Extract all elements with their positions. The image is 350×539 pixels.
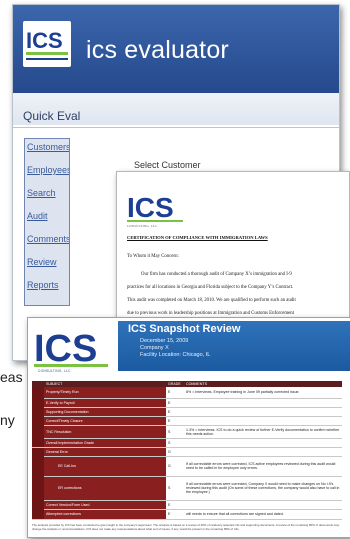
table-row: Property/Timely Run E 8% = Interviews. E… (32, 387, 342, 448)
snapshot-review-sheet: ICS CONSULTING, LLC ICS Snapshot Review … (27, 317, 350, 538)
grade-cell: G (166, 447, 184, 457)
section-title: Quick Eval (23, 109, 81, 123)
letter-line: due to previous work in leadership posit… (127, 311, 294, 316)
comment-cell (184, 407, 342, 417)
group-cell (32, 447, 44, 520)
sidebar-nav: Customers Employees Search Audit Comment… (24, 138, 70, 306)
subject-cell: E-Verify to Payroll (44, 398, 166, 408)
table-row: ER corrections S If all correctable erro… (32, 476, 342, 501)
subject-cell: Overall Implementation Grade (44, 438, 166, 448)
table-row: Correct/Timely Closure E (32, 416, 342, 426)
group-cell (32, 387, 44, 448)
grade-cell: S (166, 476, 184, 501)
select-customer-label: Select Customer (134, 160, 201, 170)
grade-cell: E (166, 407, 184, 417)
comment-cell: 1.3% = Interviews. ICS to do a quick rev… (184, 425, 342, 439)
snapshot-title: ICS Snapshot Review (128, 323, 241, 335)
comment-cell (184, 500, 342, 510)
logo-subtitle: CONSULTING, LLC (38, 369, 71, 373)
snapshot-date: December 15, 2009 (140, 338, 189, 344)
subject-cell: Attempted corrections (44, 509, 166, 520)
table-row: TNC Resolution S 1.3% = Interviews. ICS … (32, 425, 342, 439)
letter-line: Our firm has conducted a thorough audit … (141, 272, 292, 277)
comment-cell: 8% = Interviews. Employee training in Ju… (184, 387, 342, 399)
snapshot-facility: Facility Location: Chicago, IL (140, 352, 211, 358)
comment-cell: will needs to ensure that all correction… (184, 509, 342, 520)
grade-cell: S (166, 438, 184, 448)
comment-cell (184, 398, 342, 408)
grade-cell: G (166, 456, 184, 477)
subject-cell: Correct Version/Form Used (44, 500, 166, 510)
grade-cell: E (166, 509, 184, 520)
subject-cell: EE Call-Ins (44, 456, 166, 477)
letter-line: practices for all locations in Georgia a… (127, 285, 294, 290)
review-table: SUBJECT GRADE COMMENTS Property/Timely R… (32, 381, 342, 520)
table-row: E-Verify to Payroll E (32, 398, 342, 408)
ics-logo: ICS (32, 325, 116, 374)
subject-cell: Correct/Timely Closure (44, 416, 166, 426)
evaluator-header: ICS ics evaluator (13, 5, 339, 93)
subject-cell: Property/Timely Run (44, 387, 166, 399)
letter-salutation: To Whom it May Concern: (127, 254, 179, 259)
table-row: Overall Implementation Grade S (32, 438, 342, 448)
cutoff-text-1: eas (0, 369, 23, 385)
grade-cell: S (166, 425, 184, 439)
comment-cell (184, 447, 342, 457)
svg-text:ICS: ICS (127, 192, 174, 223)
app-title: ics evaluator (86, 36, 229, 64)
disclaimer-footer: The analysis provided by ICS has been co… (32, 523, 340, 531)
nav-item-reports[interactable]: Reports (25, 280, 69, 291)
grade-cell: E (166, 398, 184, 408)
svg-text:ICS: ICS (26, 28, 63, 53)
divider (13, 127, 339, 128)
grade-cell: E (166, 387, 184, 399)
nav-item-search[interactable]: Search (25, 188, 69, 199)
letter-heading: CERTIFICATION OF COMPLIANCE WITH IMMIGRA… (127, 235, 268, 240)
table-row: Supporting Documentation E (32, 407, 342, 417)
table-row: EE Call-Ins G If all correctable errors … (32, 456, 342, 477)
svg-text:ICS: ICS (34, 328, 97, 369)
nav-item-employees[interactable]: Employees (25, 165, 69, 176)
nav-item-comments[interactable]: Comments (25, 234, 69, 245)
ics-logo: ICS (23, 21, 71, 67)
grade-cell: E (166, 500, 184, 510)
table-row: Correct Version/Form Used E (32, 500, 342, 510)
subject-cell: Supporting Documentation (44, 407, 166, 417)
table-row: General Error G (32, 447, 342, 520)
comment-cell (184, 438, 342, 448)
logo-subtitle: CONSULTING, LLC (127, 224, 158, 228)
cutoff-text-2: ny (0, 412, 15, 428)
snapshot-company: Company X (140, 345, 169, 351)
comment-cell: If all correctable errors were corrected… (184, 476, 342, 501)
comment-cell (184, 416, 342, 426)
grade-cell: E (166, 416, 184, 426)
table-row: Attempted corrections E will needs to en… (32, 509, 342, 520)
comment-cell: If all correctable errors were corrected… (184, 456, 342, 477)
subject-cell: General Error (44, 447, 166, 457)
nav-item-review[interactable]: Review (25, 257, 69, 268)
subject-cell: TNC Resolution (44, 425, 166, 439)
nav-item-customers[interactable]: Customers (25, 142, 69, 153)
subject-cell: ER corrections (44, 476, 166, 501)
letter-line: This audit was completed on March 18, 20… (127, 298, 296, 303)
nav-item-audit[interactable]: Audit (25, 211, 69, 222)
